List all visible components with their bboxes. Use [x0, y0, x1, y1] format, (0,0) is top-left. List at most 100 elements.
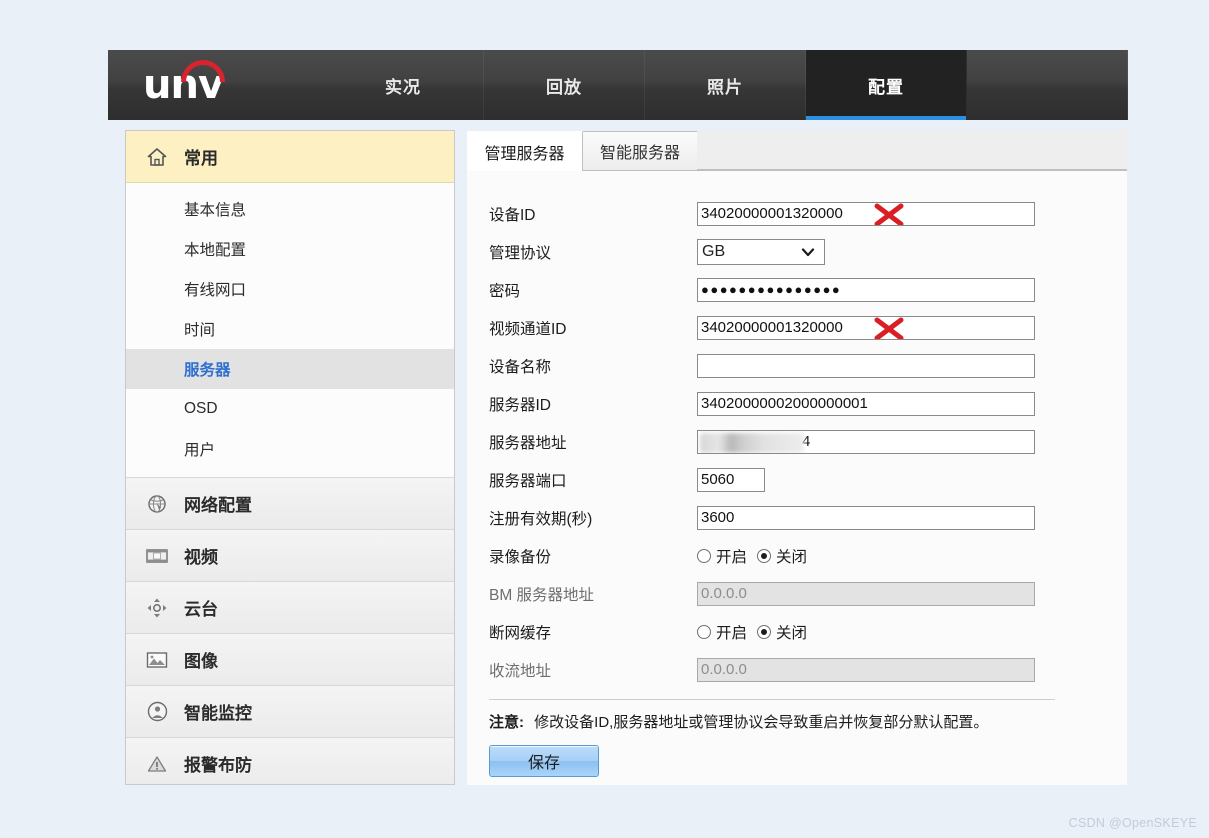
field-row-record-backup: 录像备份 开启 关闭 — [489, 537, 1127, 575]
image-icon — [144, 647, 170, 673]
input-server-address[interactable]: 4 — [697, 430, 1035, 454]
tab-management-server[interactable]: 管理服务器 — [467, 131, 583, 171]
label-bm-server-address: BM 服务器地址 — [489, 587, 595, 604]
tabstrip-filler — [697, 131, 1127, 170]
nav-tab-live-label: 实况 — [385, 77, 421, 97]
sidebar-group-video[interactable]: 视频 — [126, 530, 454, 582]
logo-text: unv — [143, 62, 224, 108]
sidebar-item-wired-network-label: 有线网口 — [184, 282, 247, 299]
input-server-address-value: 4 — [802, 433, 811, 450]
label-device-id: 设备ID — [489, 207, 536, 224]
input-password[interactable]: ●●●●●●●●●●●●●●● — [697, 278, 1035, 302]
label-server-address: 服务器地址 — [489, 435, 567, 452]
field-row-protocol: 管理协议 GB — [489, 233, 1127, 271]
nav-tab-playback[interactable]: 回放 — [484, 50, 645, 120]
label-offline-cache: 断网缓存 — [489, 625, 552, 642]
field-row-password: 密码 ●●●●●●●●●●●●●●● — [489, 271, 1127, 309]
brand-logo[interactable]: unv — [108, 50, 323, 120]
form-note-prefix: 注意: — [489, 714, 524, 731]
sidebar-item-time-label: 时间 — [184, 322, 216, 339]
radio-offline-cache-on[interactable]: 开启 — [697, 621, 747, 643]
sidebar-item-time[interactable]: 时间 — [126, 309, 454, 349]
nav-tab-config[interactable]: 配置 — [806, 50, 967, 120]
watermark: CSDN @OpenSKEYE — [1068, 816, 1197, 830]
form-note-text: 修改设备ID,服务器地址或管理协议会导致重启并恢复部分默认配置。 — [534, 714, 989, 731]
radio-dot-icon — [697, 549, 711, 563]
nav-tabs: 实况 回放 照片 配置 — [323, 50, 1128, 120]
sidebar-submenu-common: 基本信息 本地配置 有线网口 时间 服务器 OSD 用户 — [126, 183, 454, 478]
sidebar-group-video-label: 视频 — [184, 548, 218, 567]
sidebar-group-ptz-label: 云台 — [184, 600, 218, 619]
input-device-name[interactable] — [697, 354, 1035, 378]
sidebar-item-server[interactable]: 服务器 — [126, 349, 454, 389]
field-row-server-address: 服务器地址 4 — [489, 423, 1127, 461]
select-protocol[interactable]: GB — [697, 239, 825, 265]
home-icon — [144, 144, 170, 170]
radio-group-record-backup: 开启 关闭 — [697, 545, 807, 567]
redaction-x-icon — [872, 317, 906, 339]
field-row-server-id: 服务器ID 34020000002000000001 — [489, 385, 1127, 423]
radio-offline-cache-off[interactable]: 关闭 — [757, 621, 807, 643]
nav-tab-live[interactable]: 实况 — [323, 50, 484, 120]
tab-management-server-label: 管理服务器 — [484, 145, 565, 163]
input-register-validity[interactable]: 3600 — [697, 506, 1035, 530]
sidebar-group-network-label: 网络配置 — [184, 496, 252, 515]
input-bm-server-address: 0.0.0.0 — [697, 582, 1035, 606]
sidebar-item-wired-network[interactable]: 有线网口 — [126, 269, 454, 309]
label-server-port: 服务器端口 — [489, 473, 567, 490]
input-device-id-value: 34020000001320000 — [701, 205, 843, 222]
input-server-port-value: 5060 — [701, 471, 735, 488]
select-protocol-value: GB — [702, 243, 726, 260]
chevron-down-icon — [800, 244, 816, 260]
sidebar-group-ptz[interactable]: 云台 — [126, 582, 454, 634]
radio-group-offline-cache: 开启 关闭 — [697, 621, 807, 643]
app-frame: unv 实况 回放 照片 配置 常用 基本信息 本地配置 有线网口 时间 服务器… — [108, 50, 1128, 785]
label-protocol: 管理协议 — [489, 245, 552, 262]
sidebar-group-common[interactable]: 常用 — [126, 131, 454, 183]
sidebar-item-local-config[interactable]: 本地配置 — [126, 229, 454, 269]
sidebar-group-network[interactable]: 网络配置 — [126, 478, 454, 530]
label-device-name: 设备名称 — [489, 359, 552, 376]
input-video-channel-id-value: 34020000001320000 — [701, 319, 843, 336]
form-note: 注意: 修改设备ID,服务器地址或管理协议会导致重启并恢复部分默认配置。 — [489, 712, 1127, 733]
field-row-server-port: 服务器端口 5060 — [489, 461, 1127, 499]
radio-record-backup-on-label: 开启 — [716, 549, 748, 566]
tab-smart-server[interactable]: 智能服务器 — [582, 131, 698, 170]
input-server-port[interactable]: 5060 — [697, 468, 765, 492]
field-row-bm-server-address: BM 服务器地址 0.0.0.0 — [489, 575, 1127, 613]
save-button[interactable]: 保存 — [489, 745, 599, 777]
input-device-id[interactable]: 34020000001320000 — [697, 202, 1035, 226]
sidebar: 常用 基本信息 本地配置 有线网口 时间 服务器 OSD 用户 网络配置 视频 … — [125, 130, 455, 785]
sidebar-item-osd[interactable]: OSD — [126, 389, 454, 429]
radio-dot-selected-icon — [757, 625, 772, 639]
server-config-form: 设备ID 34020000001320000 管理协议 GB 密码 ●●●●●●… — [467, 171, 1127, 785]
input-server-id[interactable]: 34020000002000000001 — [697, 392, 1035, 416]
radio-dot-icon — [697, 625, 711, 639]
content-row: 常用 基本信息 本地配置 有线网口 时间 服务器 OSD 用户 网络配置 视频 … — [108, 120, 1128, 785]
nav-tab-config-label: 配置 — [868, 77, 904, 97]
globe-icon — [144, 491, 170, 517]
input-register-validity-value: 3600 — [701, 509, 735, 526]
sidebar-group-image[interactable]: 图像 — [126, 634, 454, 686]
input-video-channel-id[interactable]: 34020000001320000 — [697, 316, 1035, 340]
radio-record-backup-off[interactable]: 关闭 — [757, 545, 807, 567]
label-register-validity: 注册有效期(秒) — [489, 511, 593, 528]
input-bm-server-address-value: 0.0.0.0 — [701, 585, 747, 602]
field-row-device-id: 设备ID 34020000001320000 — [489, 195, 1127, 233]
nav-tab-spacer — [967, 50, 1128, 120]
sidebar-item-basic-info[interactable]: 基本信息 — [126, 189, 454, 229]
nav-tab-playback-label: 回放 — [546, 77, 582, 97]
panel-tabstrip: 管理服务器 智能服务器 — [467, 130, 1127, 171]
sidebar-group-common-label: 常用 — [184, 149, 218, 168]
redaction-x-icon — [872, 203, 906, 225]
field-row-device-name: 设备名称 — [489, 347, 1127, 385]
top-navigation-bar: unv 实况 回放 照片 配置 — [108, 50, 1128, 120]
nav-tab-photo[interactable]: 照片 — [645, 50, 806, 120]
sidebar-item-user[interactable]: 用户 — [126, 429, 454, 469]
input-password-value: ●●●●●●●●●●●●●●● — [701, 282, 842, 297]
sidebar-group-smart-monitor[interactable]: 智能监控 — [126, 686, 454, 738]
radio-record-backup-on[interactable]: 开启 — [697, 545, 747, 567]
sidebar-group-alarm[interactable]: 报警布防 — [126, 738, 454, 784]
radio-offline-cache-off-label: 关闭 — [776, 625, 808, 642]
film-icon — [144, 543, 170, 569]
